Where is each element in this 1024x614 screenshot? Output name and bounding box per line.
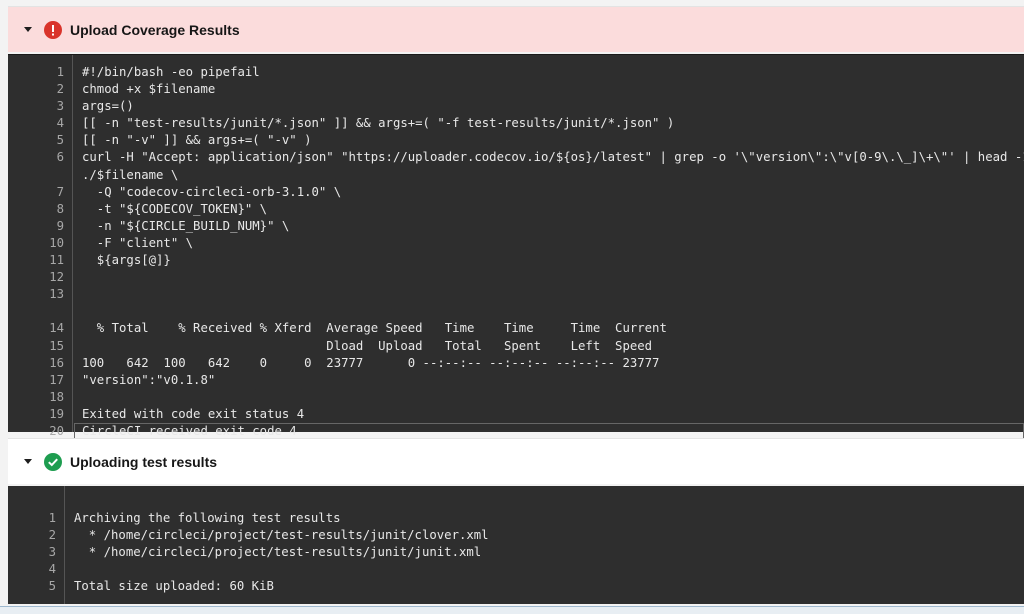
log-lines: 1 Archiving the following test results 2 *… xyxy=(8,510,1024,595)
log-line: 1 #!/bin/bash -eo pipefail xyxy=(8,64,1024,81)
log-line: 14 % Total % Received % Xferd Average Sp… xyxy=(8,320,1024,337)
log-line: 11 ${args[@]} xyxy=(8,252,1024,269)
step-title: Uploading test results xyxy=(70,453,218,470)
success-check-icon xyxy=(44,452,62,471)
log-line: 5 [[ -n "-v" ]] && args+=( "-v" ) xyxy=(8,132,1024,149)
line-text: #!/bin/bash -eo pipefail xyxy=(82,65,260,79)
step-log-output: 1 Archiving the following test results 2 *… xyxy=(8,486,1024,604)
line-text: Total size uploaded: 60 KiB xyxy=(74,579,274,594)
line-text: [[ -n "-v" ]] && args+=( "-v" ) xyxy=(82,133,312,148)
line-number: 13 xyxy=(49,287,64,302)
log-line: 8 -t "${CODECOV_TOKEN}" \ xyxy=(8,201,1024,218)
line-text: ${args[@]} xyxy=(82,253,171,268)
log-line: 1 Archiving the following test results xyxy=(8,510,1024,527)
line-number: 15 xyxy=(49,338,64,353)
log-line: 18 xyxy=(8,389,1024,406)
line-number: 14 xyxy=(49,321,64,336)
line-number: 3 xyxy=(48,545,56,560)
line-number: 16 xyxy=(49,355,64,370)
line-number: 6 xyxy=(56,150,64,165)
line-number: 5 xyxy=(48,579,56,594)
next-step-header-edge xyxy=(0,606,1024,614)
line-number: 11 xyxy=(49,253,64,268)
log-line: 7 -Q "codecov-circleci-orb-3.1.0" \ xyxy=(8,184,1024,201)
step-header-uploading-test-results[interactable]: Uploading test results xyxy=(8,438,1024,484)
line-number: 10 xyxy=(49,235,64,250)
log-line: 4 xyxy=(8,561,1024,578)
line-text: -n "${CIRCLE_BUILD_NUM}" \ xyxy=(82,218,290,233)
log-line: 5 Total size uploaded: 60 KiB xyxy=(8,578,1024,595)
log-line: 9 -n "${CIRCLE_BUILD_NUM}" \ xyxy=(8,218,1024,235)
line-number: 5 xyxy=(56,133,64,148)
line-text: % Total % Received % Xferd Average Speed… xyxy=(82,321,667,336)
line-number: 1 xyxy=(56,65,64,79)
line-text: Exited with code exit status 4 xyxy=(82,406,305,421)
line-text: chmod +x $filename xyxy=(82,82,216,97)
log-line: 2 chmod +x $filename xyxy=(8,81,1024,98)
line-text: -Q "codecov-circleci-orb-3.1.0" \ xyxy=(82,184,342,199)
line-number: 17 xyxy=(49,372,64,387)
line-text: * /home/circleci/project/test-results/ju… xyxy=(74,545,482,560)
line-number: 9 xyxy=(56,218,64,233)
line-number: 8 xyxy=(56,201,64,216)
log-line: 4 [[ -n "test-results/junit/*.json" ]] &&… xyxy=(8,115,1024,132)
line-number: 18 xyxy=(49,389,64,404)
line-number: 4 xyxy=(56,116,64,131)
log-line: 10 -F "client" \ xyxy=(8,235,1024,252)
log-line: 16 100 642 100 642 0 0 23777 0 --:--:-- -… xyxy=(8,355,1024,372)
collapse-caret-icon[interactable] xyxy=(24,459,32,464)
step-title: Upload Coverage Results xyxy=(70,21,240,38)
line-number: 3 xyxy=(56,99,64,114)
line-text: "version":"v0.1.8" xyxy=(82,372,216,387)
error-status-icon xyxy=(44,20,62,39)
step-header-upload-coverage[interactable]: Upload Coverage Results xyxy=(8,6,1024,52)
line-number: 4 xyxy=(48,562,56,577)
line-text: [[ -n "test-results/junit/*.json" ]] && … xyxy=(82,116,675,131)
line-number: 2 xyxy=(48,528,56,543)
log-line: 15 Dload Upload Total Spent Left Speed xyxy=(8,338,1024,355)
log-line: 2 * /home/circleci/project/test-results/… xyxy=(8,527,1024,544)
line-text: -F "client" \ xyxy=(82,235,194,250)
line-text: 100 642 100 642 0 0 23777 0 --:--:-- --:… xyxy=(82,355,660,370)
line-text: curl -H "Accept: application/json" "http… xyxy=(82,150,1024,165)
log-line: 6 curl -H "Accept: application/json" "htt… xyxy=(8,149,1024,166)
line-text: * /home/circleci/project/test-results/ju… xyxy=(74,528,489,543)
log-lines: 1 #!/bin/bash -eo pipefail 2 chmod +x $file… xyxy=(8,64,1024,441)
log-line: 3 args=() xyxy=(8,98,1024,115)
line-text: Archiving the following test results xyxy=(74,511,341,525)
line-text: ./$filename \ xyxy=(82,167,179,182)
collapse-caret-icon[interactable] xyxy=(24,27,32,32)
line-number: 19 xyxy=(49,406,64,421)
log-line: 17 "version":"v0.1.8" xyxy=(8,372,1024,389)
log-line: 13 xyxy=(8,286,1024,303)
line-number: 7 xyxy=(56,184,64,199)
line-text: -t "${CODECOV_TOKEN}" \ xyxy=(82,201,268,216)
log-line: 12 xyxy=(8,269,1024,286)
line-number: 1 xyxy=(48,511,56,525)
log-line: 19 Exited with code exit status 4 xyxy=(8,406,1024,423)
line-text: args=() xyxy=(82,99,134,114)
log-line: ./$filename \ xyxy=(8,167,1024,184)
step-log-output: 1 #!/bin/bash -eo pipefail 2 chmod +x $file… xyxy=(8,54,1024,441)
line-number: 12 xyxy=(49,270,64,285)
log-line: 3 * /home/circleci/project/test-results/… xyxy=(8,544,1024,561)
line-number: 2 xyxy=(56,82,64,97)
line-text: Dload Upload Total Spent Left Speed xyxy=(82,338,653,353)
